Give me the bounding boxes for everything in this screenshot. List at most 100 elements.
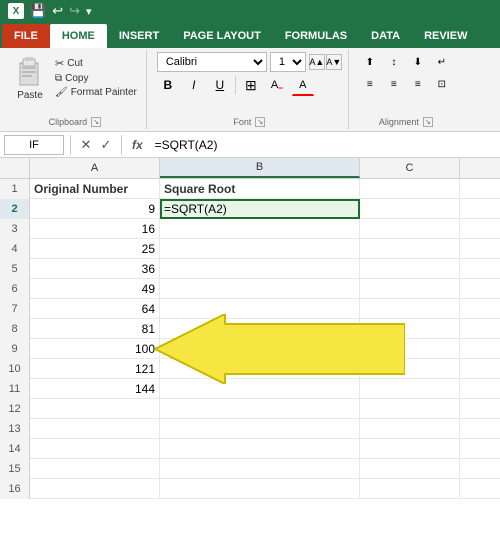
font-color-button[interactable]: A <box>292 74 314 96</box>
bold-button[interactable]: B <box>157 74 179 96</box>
tab-review[interactable]: REVIEW <box>412 24 479 48</box>
title-bar: X 💾 ↩ ↪ ▾ <box>0 0 500 22</box>
cell-b4[interactable] <box>160 239 360 259</box>
cell-b9[interactable] <box>160 339 360 359</box>
cell-a14[interactable] <box>30 439 160 459</box>
align-top-button[interactable]: ⬆ <box>359 52 381 72</box>
align-middle-button[interactable]: ↕ <box>383 52 405 72</box>
italic-button[interactable]: I <box>183 74 205 96</box>
font-selector[interactable]: Calibri <box>157 52 267 72</box>
font-expand[interactable]: ↘ <box>255 117 265 127</box>
align-left-button[interactable]: ≡ <box>359 74 381 94</box>
cell-b2[interactable]: =SQRT(A2) <box>160 199 360 219</box>
name-box[interactable] <box>4 135 64 155</box>
toolbar-customize[interactable]: ▾ <box>86 5 92 18</box>
tab-home[interactable]: HOME <box>50 24 107 48</box>
clipboard-label: Clipboard ↘ <box>10 115 140 127</box>
alignment-expand[interactable]: ↘ <box>423 117 433 127</box>
tab-data[interactable]: DATA <box>359 24 412 48</box>
paste-button[interactable]: Paste <box>10 52 50 103</box>
col-header-a[interactable]: A <box>30 158 160 178</box>
cell-a10[interactable]: 121 <box>30 359 160 379</box>
cell-a6[interactable]: 49 <box>30 279 160 299</box>
font-size-selector[interactable]: 11 <box>270 52 306 72</box>
copy-button[interactable]: ⧉ Copy <box>52 72 140 85</box>
cell-c16[interactable] <box>360 479 460 499</box>
cell-b3[interactable] <box>160 219 360 239</box>
cell-b6[interactable] <box>160 279 360 299</box>
align-right-button[interactable]: ≡ <box>407 74 429 94</box>
col-header-b[interactable]: B <box>160 158 360 178</box>
cell-a13[interactable] <box>30 419 160 439</box>
cancel-formula-button[interactable]: ✕ <box>77 136 95 154</box>
row-num-11: 11 <box>0 379 30 399</box>
cell-c5[interactable] <box>360 259 460 279</box>
cell-a3[interactable]: 16 <box>30 219 160 239</box>
cell-c11[interactable] <box>360 379 460 399</box>
column-headers: A B C <box>0 158 500 179</box>
cell-a7[interactable]: 64 <box>30 299 160 319</box>
col-header-c[interactable]: C <box>360 158 460 178</box>
tab-file[interactable]: FILE <box>2 24 50 48</box>
format-painter-button[interactable]: 🖌 Format Painter <box>52 86 140 99</box>
cell-c7[interactable] <box>360 299 460 319</box>
cell-c4[interactable] <box>360 239 460 259</box>
cell-c14[interactable] <box>360 439 460 459</box>
cell-a9[interactable]: 100 <box>30 339 160 359</box>
cell-c3[interactable] <box>360 219 460 239</box>
cell-c2[interactable] <box>360 199 460 219</box>
cell-c6[interactable] <box>360 279 460 299</box>
cell-b12[interactable] <box>160 399 360 419</box>
font-group: Calibri 11 A▲ A▼ B I U ⊞ A▁ A F <box>151 50 349 129</box>
table-row: 4 25 <box>0 239 500 259</box>
decrease-font-button[interactable]: A▼ <box>326 54 342 70</box>
confirm-formula-button[interactable]: ✓ <box>97 136 115 154</box>
toolbar-undo[interactable]: ↩ <box>52 3 63 19</box>
cell-c8[interactable] <box>360 319 460 339</box>
cell-a12[interactable] <box>30 399 160 419</box>
cell-a15[interactable] <box>30 459 160 479</box>
cell-a8[interactable]: 81 <box>30 319 160 339</box>
cell-a5[interactable]: 36 <box>30 259 160 279</box>
wrap-text-button[interactable]: ↵ <box>431 52 453 72</box>
cell-b11[interactable] <box>160 379 360 399</box>
cell-a11[interactable]: 144 <box>30 379 160 399</box>
cell-c10[interactable] <box>360 359 460 379</box>
formula-input[interactable] <box>151 135 496 155</box>
cell-b16[interactable] <box>160 479 360 499</box>
cell-c15[interactable] <box>360 459 460 479</box>
tab-insert[interactable]: INSERT <box>107 24 171 48</box>
fill-color-button[interactable]: A▁ <box>266 74 288 96</box>
align-center-button[interactable]: ≡ <box>383 74 405 94</box>
cell-b15[interactable] <box>160 459 360 479</box>
tab-formulas[interactable]: FORMULAS <box>273 24 359 48</box>
cell-b7[interactable] <box>160 299 360 319</box>
cell-b13[interactable] <box>160 419 360 439</box>
cell-c1[interactable] <box>360 179 460 199</box>
merge-button[interactable]: ⊡ <box>431 74 453 94</box>
cell-b14[interactable] <box>160 439 360 459</box>
fx-button[interactable]: fx <box>128 138 147 152</box>
clipboard-expand[interactable]: ↘ <box>91 117 101 127</box>
format-painter-icon: 🖌 <box>55 87 68 98</box>
underline-button[interactable]: U <box>209 74 231 96</box>
cell-c9[interactable] <box>360 339 460 359</box>
cell-b1[interactable]: Square Root <box>160 179 360 199</box>
cell-b10[interactable] <box>160 359 360 379</box>
toolbar-redo[interactable]: ↪ <box>69 3 80 19</box>
cell-a16[interactable] <box>30 479 160 499</box>
cell-a2[interactable]: 9 <box>30 199 160 219</box>
border-button[interactable]: ⊞ <box>240 74 262 96</box>
cell-b5[interactable] <box>160 259 360 279</box>
cell-c12[interactable] <box>360 399 460 419</box>
cell-c13[interactable] <box>360 419 460 439</box>
tab-page-layout[interactable]: PAGE LAYOUT <box>171 24 273 48</box>
cell-a4[interactable]: 25 <box>30 239 160 259</box>
cut-button[interactable]: ✂ Cut <box>52 56 140 71</box>
increase-font-button[interactable]: A▲ <box>309 54 325 70</box>
cell-a1[interactable]: Original Number <box>30 179 160 199</box>
cell-b8[interactable] <box>160 319 360 339</box>
align-bottom-button[interactable]: ⬇ <box>407 52 429 72</box>
cut-icon: ✂ <box>55 57 64 70</box>
toolbar-save[interactable]: 💾 <box>30 3 46 19</box>
